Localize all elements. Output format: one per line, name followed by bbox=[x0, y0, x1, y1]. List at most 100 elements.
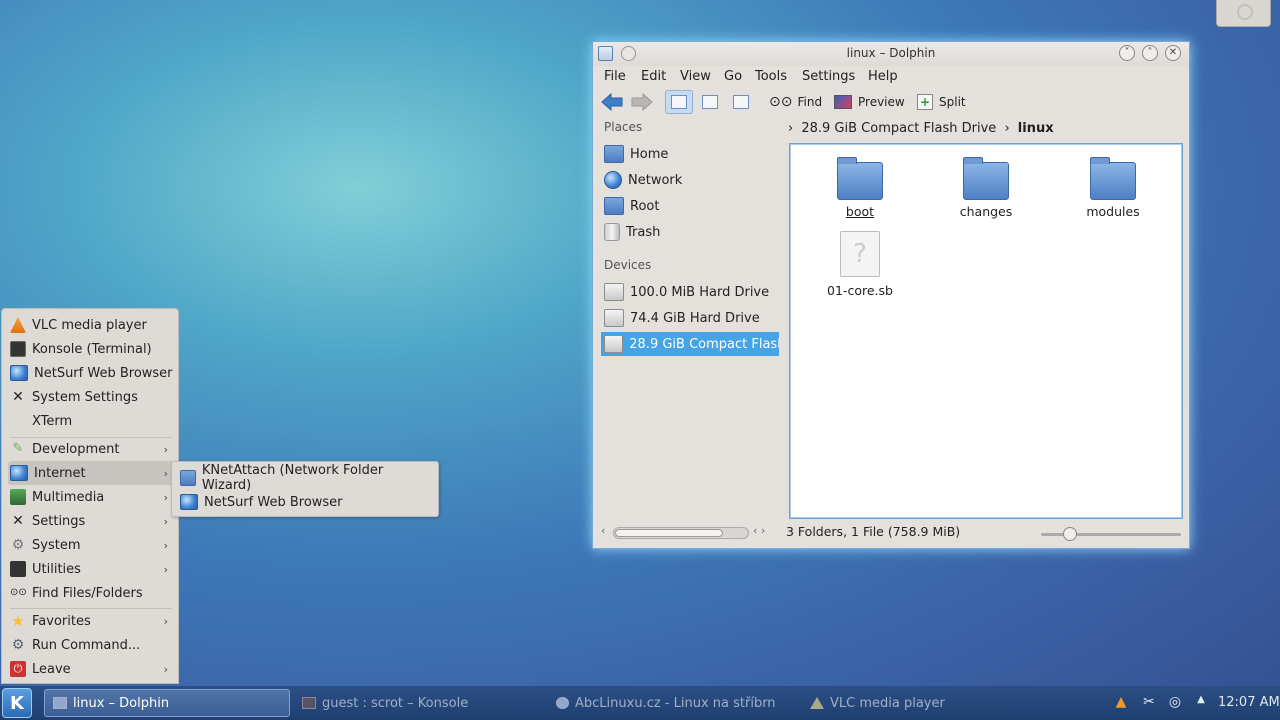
device-label: 100.0 MiB Hard Drive bbox=[630, 284, 770, 300]
task-vlc[interactable]: VLC media player bbox=[802, 689, 1052, 717]
menu-item-system[interactable]: ⚙ System › bbox=[8, 533, 174, 557]
unknown-file-icon: ? bbox=[840, 231, 880, 277]
device-label: 74.4 GiB Hard Drive bbox=[630, 310, 760, 326]
preview-button[interactable]: Preview bbox=[834, 91, 905, 113]
place-network[interactable]: Network bbox=[601, 168, 779, 192]
file-view[interactable]: boot changes modules ? 01-core.sb bbox=[789, 143, 1183, 519]
find-button[interactable]: ⊙⊙ Find bbox=[769, 91, 822, 113]
menu-item-leave[interactable]: ⏻ Leave › bbox=[8, 657, 174, 681]
place-home[interactable]: Home bbox=[601, 142, 779, 166]
menu-settings[interactable]: Settings bbox=[802, 69, 855, 84]
file-name: boot bbox=[845, 204, 875, 219]
menu-item-run-command[interactable]: ⚙ Run Command... bbox=[8, 633, 174, 657]
internet-submenu: KNetAttach (Network Folder Wizard) NetSu… bbox=[171, 461, 439, 517]
scroll-right-icon[interactable]: ‹ › bbox=[753, 524, 765, 537]
file-item-modules[interactable]: modules bbox=[1058, 157, 1168, 219]
forward-button[interactable] bbox=[631, 91, 653, 113]
zoom-slider-handle[interactable] bbox=[1063, 527, 1077, 541]
folder-icon bbox=[837, 157, 883, 200]
dolphin-window: linux – Dolphin ˅ ˄ ✕ File Edit View Go … bbox=[592, 41, 1190, 549]
menu-item-netsurf[interactable]: NetSurf Web Browser bbox=[8, 361, 174, 385]
cashew-icon bbox=[1237, 4, 1253, 20]
menu-tools[interactable]: Tools bbox=[755, 69, 787, 84]
task-konsole[interactable]: guest : scrot – Konsole bbox=[294, 689, 544, 717]
task-browser[interactable]: AbcLinuxu.cz - Linux na stříbrn bbox=[548, 689, 798, 717]
menu-item-settings[interactable]: ✕ Settings › bbox=[8, 509, 174, 533]
menu-item-internet[interactable]: Internet › bbox=[8, 461, 174, 485]
menu-bar: File Edit View Go Tools Settings Help bbox=[593, 66, 1189, 88]
task-dolphin[interactable]: linux – Dolphin bbox=[44, 689, 290, 717]
menu-item-vlc[interactable]: VLC media player bbox=[8, 313, 174, 337]
network-tray-icon[interactable]: ◎ bbox=[1166, 694, 1184, 712]
details-view-button[interactable] bbox=[696, 90, 724, 114]
menu-go[interactable]: Go bbox=[724, 69, 742, 84]
menu-item-label: KNetAttach (Network Folder Wizard) bbox=[201, 463, 384, 493]
kde-launcher-button[interactable]: K bbox=[2, 688, 32, 718]
klipper-scissors-icon[interactable]: ✂ bbox=[1140, 694, 1158, 712]
menu-item-favorites[interactable]: ★ Favorites › bbox=[8, 609, 174, 633]
place-root[interactable]: Root bbox=[601, 194, 779, 218]
places-scrollbar[interactable]: ‹ ‹ › bbox=[601, 524, 779, 540]
place-label: Network bbox=[628, 172, 683, 188]
breadcrumb-drive[interactable]: 28.9 GiB Compact Flash Drive bbox=[801, 121, 996, 136]
clock[interactable]: 12:07 AM bbox=[1218, 695, 1280, 710]
hard-drive-icon bbox=[604, 283, 624, 301]
menu-item-multimedia[interactable]: Multimedia › bbox=[8, 485, 174, 509]
place-label: Root bbox=[630, 198, 660, 214]
scrollbar-thumb[interactable] bbox=[615, 529, 723, 537]
menu-edit[interactable]: Edit bbox=[641, 69, 666, 84]
menu-item-utilities[interactable]: Utilities › bbox=[8, 557, 174, 581]
close-button[interactable]: ✕ bbox=[1165, 45, 1181, 61]
columns-view-button[interactable] bbox=[727, 90, 755, 114]
submenu-item-knetattach[interactable]: KNetAttach (Network Folder Wizard) bbox=[178, 463, 434, 493]
columns-view-icon bbox=[733, 95, 749, 109]
file-name: changes bbox=[959, 204, 1013, 219]
tray-expand-icon[interactable]: ▲ bbox=[1192, 694, 1210, 712]
menu-help[interactable]: Help bbox=[868, 69, 898, 84]
menu-view[interactable]: View bbox=[680, 69, 711, 84]
place-trash[interactable]: Trash bbox=[601, 220, 779, 244]
place-label: Trash bbox=[626, 224, 661, 240]
chevron-right-icon: › bbox=[163, 562, 168, 576]
file-item-boot[interactable]: boot bbox=[805, 157, 915, 219]
device-compact-flash[interactable]: 28.9 GiB Compact Flash bbox=[601, 332, 779, 356]
file-name: modules bbox=[1086, 204, 1140, 219]
icons-view-button[interactable] bbox=[665, 90, 693, 114]
menu-item-konsole[interactable]: Konsole (Terminal) bbox=[8, 337, 174, 361]
menu-item-label: Run Command... bbox=[32, 637, 141, 653]
folder-icon bbox=[963, 157, 1009, 200]
menu-file[interactable]: File bbox=[604, 69, 626, 84]
back-button[interactable] bbox=[601, 91, 623, 113]
zoom-slider[interactable] bbox=[1041, 527, 1181, 541]
title-bar[interactable]: linux – Dolphin ˅ ˄ ✕ bbox=[593, 42, 1189, 66]
globe-icon bbox=[10, 365, 28, 381]
maximize-button[interactable]: ˄ bbox=[1142, 45, 1158, 61]
menu-item-label: System bbox=[32, 537, 81, 553]
vlc-tray-icon[interactable]: ▲ bbox=[1112, 694, 1130, 712]
minimize-button[interactable]: ˅ bbox=[1119, 45, 1135, 61]
menu-item-label: XTerm bbox=[32, 413, 73, 429]
hard-drive-icon bbox=[604, 309, 624, 327]
file-item-core-sb[interactable]: ? 01-core.sb bbox=[805, 231, 915, 298]
menu-item-development[interactable]: ✎ Development › bbox=[8, 437, 174, 461]
file-item-changes[interactable]: changes bbox=[931, 157, 1041, 219]
menu-item-xterm[interactable]: XTerm bbox=[8, 409, 174, 433]
desktop-toolbox-button[interactable] bbox=[1216, 0, 1271, 27]
main-toolbar: ⊙⊙ Find Preview + Split bbox=[593, 89, 1189, 115]
window-title: linux – Dolphin bbox=[846, 46, 936, 60]
breadcrumb-chevron-icon: › bbox=[1004, 121, 1010, 136]
find-label: Find bbox=[797, 95, 823, 109]
settings-tools-icon: ✕ bbox=[12, 513, 24, 529]
submenu-item-netsurf[interactable]: NetSurf Web Browser bbox=[178, 490, 434, 514]
split-button[interactable]: + Split bbox=[917, 91, 966, 113]
menu-item-find-files[interactable]: ⊙⊙ Find Files/Folders bbox=[8, 581, 174, 605]
device-hdd-100mib[interactable]: 100.0 MiB Hard Drive bbox=[601, 280, 779, 304]
menu-item-label: Development bbox=[32, 441, 120, 457]
scroll-left-icon[interactable]: ‹ bbox=[601, 524, 605, 537]
device-hdd-74gib[interactable]: 74.4 GiB Hard Drive bbox=[601, 306, 779, 330]
menu-item-system-settings[interactable]: ✕ System Settings bbox=[8, 385, 174, 409]
root-folder-icon bbox=[604, 197, 624, 215]
menu-item-label: Internet bbox=[34, 465, 86, 481]
menu-item-label: NetSurf Web Browser bbox=[34, 365, 173, 381]
breadcrumb-current[interactable]: linux bbox=[1018, 121, 1054, 136]
